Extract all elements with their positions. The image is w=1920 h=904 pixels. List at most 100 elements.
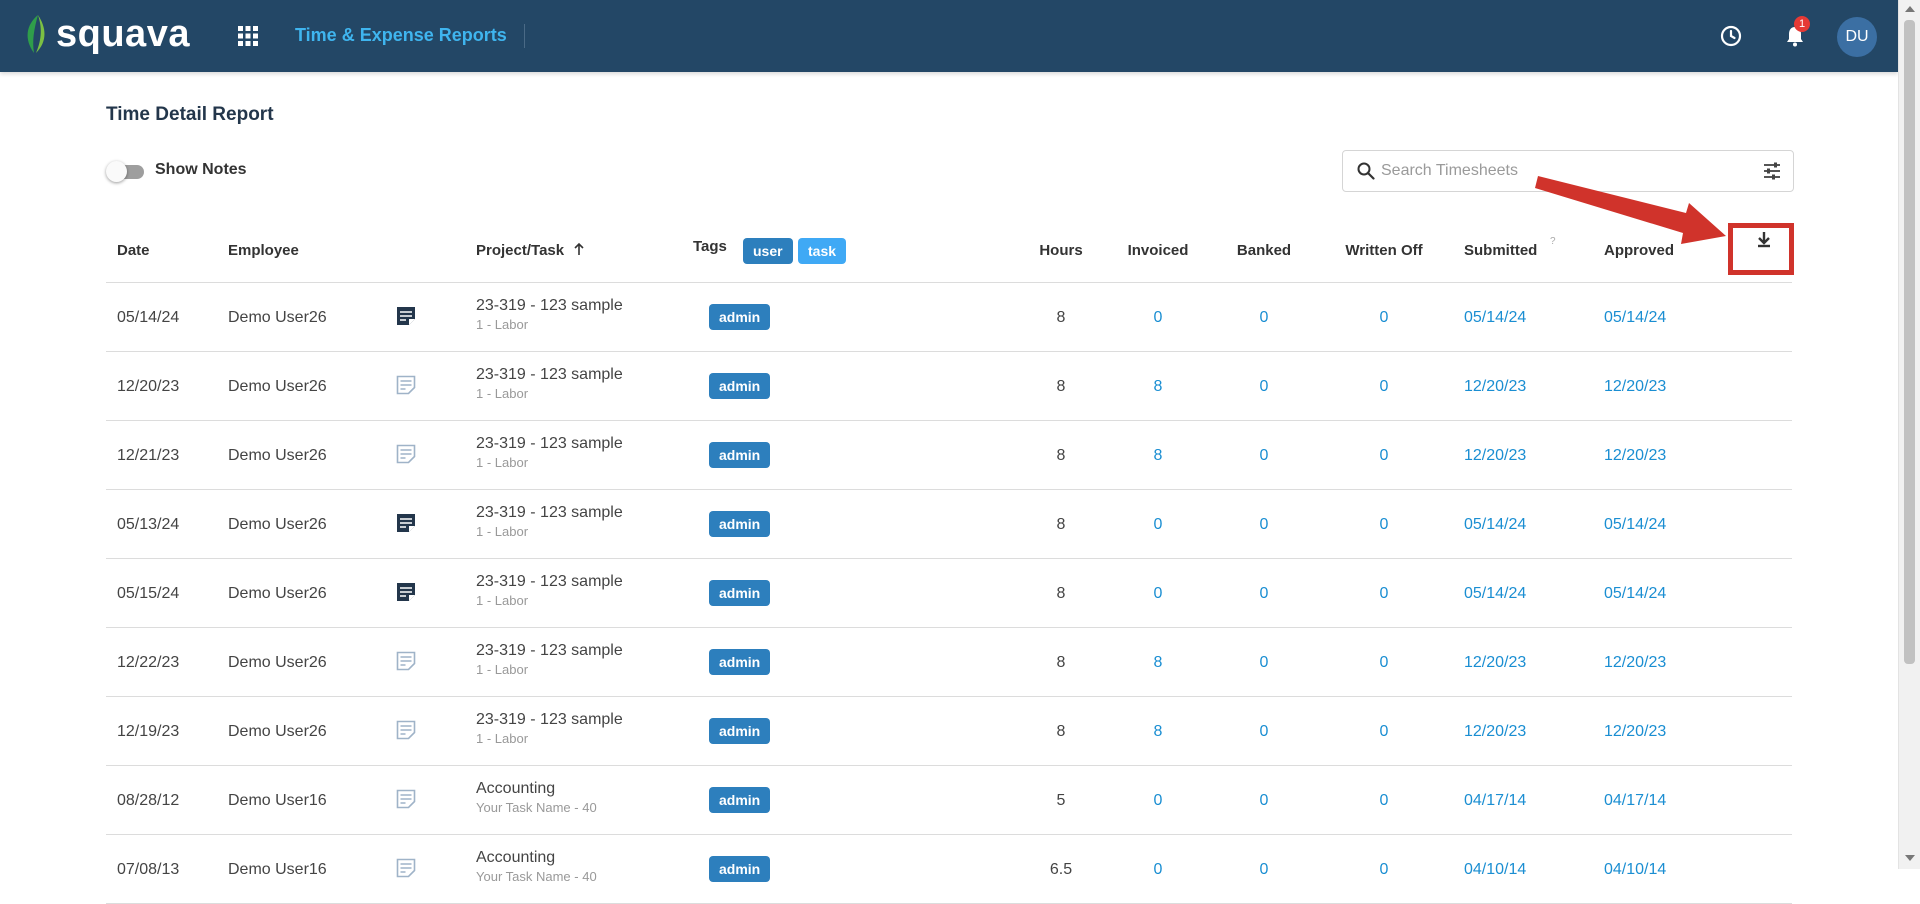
tag-filter-task[interactable]: task xyxy=(798,238,847,264)
table-row[interactable]: 08/28/12 Demo User16 Accounting Your Task N… xyxy=(106,766,1792,835)
cell-invoiced-link[interactable]: 0 xyxy=(1154,792,1163,810)
note-outline-icon[interactable] xyxy=(395,443,417,465)
note-filled-icon[interactable] xyxy=(395,512,417,534)
cell-invoiced-link[interactable]: 8 xyxy=(1154,378,1163,396)
cell-banked-link[interactable]: 0 xyxy=(1260,792,1269,810)
cell-invoiced-link[interactable]: 8 xyxy=(1154,447,1163,465)
table-row[interactable]: 12/22/23 Demo User26 23-319 - 123 sample 1 … xyxy=(106,628,1792,697)
scroll-up-arrow-icon[interactable] xyxy=(1905,6,1915,12)
note-filled-icon[interactable] xyxy=(395,305,417,327)
column-header-invoiced[interactable]: Invoiced xyxy=(1128,242,1189,259)
table-row[interactable]: 05/13/24 Demo User26 23-319 - 123 sample 1 … xyxy=(106,490,1792,559)
cell-written-off-link[interactable]: 0 xyxy=(1380,309,1389,327)
cell-written-off-link[interactable]: 0 xyxy=(1380,585,1389,603)
cell-banked-link[interactable]: 0 xyxy=(1260,447,1269,465)
table-row[interactable]: 12/19/23 Demo User26 23-319 - 123 sample 1 … xyxy=(106,697,1792,766)
show-notes-toggle[interactable] xyxy=(106,161,146,182)
cell-written-off-link[interactable]: 0 xyxy=(1380,447,1389,465)
page-scrollbar[interactable] xyxy=(1898,0,1920,869)
cell-banked-link[interactable]: 0 xyxy=(1260,654,1269,672)
cell-banked-link[interactable]: 0 xyxy=(1260,585,1269,603)
column-header-submitted[interactable]: Submitted xyxy=(1464,242,1537,259)
cell-employee: Demo User26 xyxy=(228,447,327,464)
scroll-thumb[interactable] xyxy=(1904,20,1915,664)
cell-approved-link[interactable]: 04/17/14 xyxy=(1604,792,1666,810)
cell-hours: 6.5 xyxy=(1049,861,1073,878)
cell-written-off-link[interactable]: 0 xyxy=(1380,723,1389,741)
column-header-date[interactable]: Date xyxy=(117,242,150,259)
note-outline-icon[interactable] xyxy=(395,788,417,810)
cell-written-off-link[interactable]: 0 xyxy=(1380,378,1389,396)
cell-approved-link[interactable]: 05/14/24 xyxy=(1604,585,1666,603)
clock-icon[interactable] xyxy=(1719,24,1743,48)
table-row[interactable]: 12/20/23 Demo User26 23-319 - 123 sample 1 … xyxy=(106,352,1792,421)
cell-written-off-link[interactable]: 0 xyxy=(1380,861,1389,879)
cell-submitted-link[interactable]: 04/10/14 xyxy=(1464,861,1526,879)
cell-project-task: 23-319 - 123 sample 1 - Labor xyxy=(476,711,623,746)
note-outline-icon[interactable] xyxy=(395,857,417,879)
submitted-help-icon[interactable]: ? xyxy=(1550,236,1556,247)
column-header-project-task[interactable]: Project/Task xyxy=(476,242,586,259)
cell-banked-link[interactable]: 0 xyxy=(1260,309,1269,327)
cell-written-off-link[interactable]: 0 xyxy=(1380,792,1389,810)
column-header-approved[interactable]: Approved xyxy=(1604,242,1674,259)
tag-badge: admin xyxy=(709,373,771,399)
table-row[interactable]: 05/15/24 Demo User26 23-319 - 123 sample 1 … xyxy=(106,559,1792,628)
column-header-written-off[interactable]: Written Off xyxy=(1345,242,1422,259)
cell-approved-link[interactable]: 12/20/23 xyxy=(1604,654,1666,672)
cell-invoiced-link[interactable]: 0 xyxy=(1154,516,1163,534)
cell-banked-link[interactable]: 0 xyxy=(1260,378,1269,396)
note-outline-icon[interactable] xyxy=(395,374,417,396)
cell-invoiced-link[interactable]: 8 xyxy=(1154,654,1163,672)
user-avatar[interactable]: DU xyxy=(1837,17,1877,57)
cell-invoiced-link[interactable]: 0 xyxy=(1154,309,1163,327)
cell-submitted-link[interactable]: 12/20/23 xyxy=(1464,654,1526,672)
task-name: 1 - Labor xyxy=(476,662,529,677)
cell-approved-link[interactable]: 12/20/23 xyxy=(1604,447,1666,465)
table-row[interactable]: 05/14/24 Demo User26 23-319 - 123 sample 1 … xyxy=(106,283,1792,352)
table-row[interactable]: 07/08/13 Demo User16 Accounting Your Task N… xyxy=(106,835,1792,904)
column-header-banked[interactable]: Banked xyxy=(1237,242,1291,259)
cell-submitted-link[interactable]: 12/20/23 xyxy=(1464,447,1526,465)
column-header-hours[interactable]: Hours xyxy=(1039,242,1082,259)
filter-sliders-icon[interactable] xyxy=(1763,162,1781,180)
note-outline-icon[interactable] xyxy=(395,719,417,741)
scroll-down-arrow-icon[interactable] xyxy=(1905,855,1915,861)
download-icon[interactable] xyxy=(1746,222,1782,258)
cell-approved-link[interactable]: 12/20/23 xyxy=(1604,378,1666,396)
cell-submitted-link[interactable]: 12/20/23 xyxy=(1464,378,1526,396)
cell-approved-link[interactable]: 05/14/24 xyxy=(1604,309,1666,327)
squava-logo[interactable]: squava xyxy=(22,12,190,56)
cell-written-off-link[interactable]: 0 xyxy=(1380,654,1389,672)
apps-grid-icon[interactable] xyxy=(236,24,260,48)
cell-submitted-link[interactable]: 05/14/24 xyxy=(1464,309,1526,327)
note-filled-icon[interactable] xyxy=(395,581,417,603)
column-header-tags: Tags xyxy=(693,238,727,255)
column-header-employee[interactable]: Employee xyxy=(228,242,299,259)
table-row[interactable]: 12/21/23 Demo User26 23-319 - 123 sample 1 … xyxy=(106,421,1792,490)
tag-filter-user[interactable]: user xyxy=(743,238,793,264)
cell-invoiced-link[interactable]: 8 xyxy=(1154,723,1163,741)
cell-submitted-link[interactable]: 05/14/24 xyxy=(1464,516,1526,534)
search-input[interactable] xyxy=(1379,155,1743,187)
cell-project-task: 23-319 - 123 sample 1 - Labor xyxy=(476,573,623,608)
cell-hours: 8 xyxy=(1056,723,1066,740)
search-icon xyxy=(1357,162,1375,180)
cell-submitted-link[interactable]: 04/17/14 xyxy=(1464,792,1526,810)
cell-submitted-link[interactable]: 05/14/24 xyxy=(1464,585,1526,603)
cell-date: 12/22/23 xyxy=(117,654,180,671)
cell-invoiced-link[interactable]: 0 xyxy=(1154,585,1163,603)
cell-banked-link[interactable]: 0 xyxy=(1260,516,1269,534)
cell-banked-link[interactable]: 0 xyxy=(1260,861,1269,879)
app-title-link[interactable]: Time & Expense Reports xyxy=(295,25,507,46)
cell-submitted-link[interactable]: 12/20/23 xyxy=(1464,723,1526,741)
note-outline-icon[interactable] xyxy=(395,650,417,672)
cell-approved-link[interactable]: 05/14/24 xyxy=(1604,516,1666,534)
cell-approved-link[interactable]: 04/10/14 xyxy=(1604,861,1666,879)
cell-banked-link[interactable]: 0 xyxy=(1260,723,1269,741)
cell-written-off-link[interactable]: 0 xyxy=(1380,516,1389,534)
cell-invoiced-link[interactable]: 0 xyxy=(1154,861,1163,879)
cell-employee: Demo User16 xyxy=(228,792,327,809)
cell-approved-link[interactable]: 12/20/23 xyxy=(1604,723,1666,741)
cell-hours: 8 xyxy=(1056,447,1066,464)
